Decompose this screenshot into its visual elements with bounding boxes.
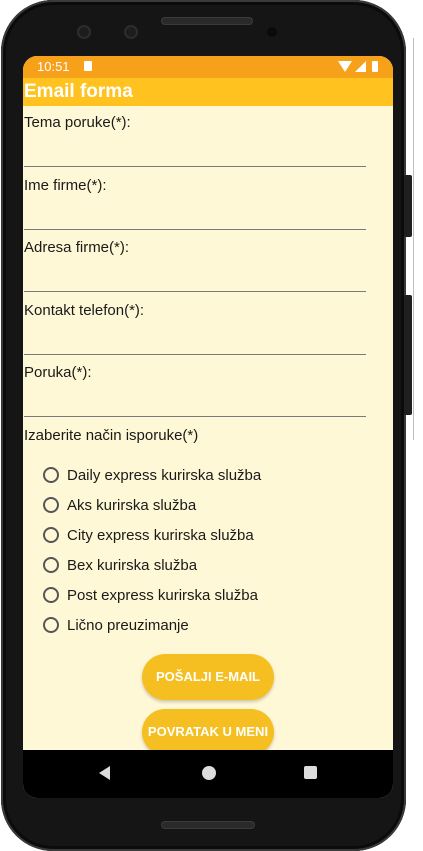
delivery-option-daily-express[interactable]: Daily express kurirska služba [43,462,261,488]
status-bar: 10:51 [23,56,393,78]
battery-icon [372,61,378,72]
phone-frame: 10:51 Email forma Tema poruke(*): Ime fi… [1,0,412,851]
delivery-method-title: Izaberite način isporuke(*) [24,427,199,444]
background-panel-edge [413,38,423,440]
message-field[interactable] [24,392,366,417]
subject-field[interactable] [24,142,366,167]
home-icon[interactable] [202,766,216,780]
back-to-menu-button[interactable]: POVRATAK U MENI [142,709,274,755]
delivery-option-pickup[interactable]: Lično preuzimanje [43,612,189,638]
back-icon[interactable] [99,766,110,780]
power-button [404,175,412,237]
delivery-option-post-express[interactable]: Post express kurirska služba [43,582,258,608]
recents-icon[interactable] [304,766,317,779]
radio-unchecked-icon[interactable] [43,617,59,633]
company-address-label: Adresa firme(*): [24,239,130,256]
volume-button [404,295,412,415]
contact-phone-field[interactable] [24,330,366,355]
radio-unchecked-icon[interactable] [43,527,59,543]
sd-card-icon [84,61,92,71]
radio-unchecked-icon[interactable] [43,467,59,483]
radio-label: City express kurirska služba [67,526,254,544]
company-address-field[interactable] [24,267,366,292]
wifi-icon [338,61,352,72]
navigation-bar [23,750,393,798]
company-name-label: Ime firme(*): [24,177,107,194]
radio-label: Bex kurirska služba [67,556,198,574]
contact-phone-label: Kontakt telefon(*): [24,302,145,319]
delivery-option-aks[interactable]: Aks kurirska služba [43,492,196,518]
radio-label: Post express kurirska služba [67,586,258,604]
radio-label: Daily express kurirska služba [67,466,262,484]
radio-label: Lično preuzimanje [67,616,189,634]
app-screen: 10:51 Email forma Tema poruke(*): Ime fi… [23,56,393,798]
page-title: Email forma [24,81,133,102]
front-camera-icon [124,25,138,39]
radio-unchecked-icon[interactable] [43,557,59,573]
status-time: 10:51 [37,59,70,74]
earpiece-speaker [161,17,253,25]
app-bar: Email forma [23,78,393,106]
company-name-field[interactable] [24,205,366,230]
delivery-option-bex[interactable]: Bex kurirska služba [43,552,197,578]
front-sensor-icon [77,25,91,39]
bottom-speaker [161,821,255,829]
send-email-button[interactable]: POŠALJI E-MAIL [142,654,274,700]
signal-icon [355,61,366,72]
subject-label: Tema poruke(*): [24,114,131,131]
delivery-option-city-express[interactable]: City express kurirska služba [43,522,254,548]
message-label: Poruka(*): [24,364,92,381]
radio-unchecked-icon[interactable] [43,497,59,513]
radio-label: Aks kurirska služba [67,496,197,514]
radio-unchecked-icon[interactable] [43,587,59,603]
proximity-sensor-icon [267,27,277,37]
